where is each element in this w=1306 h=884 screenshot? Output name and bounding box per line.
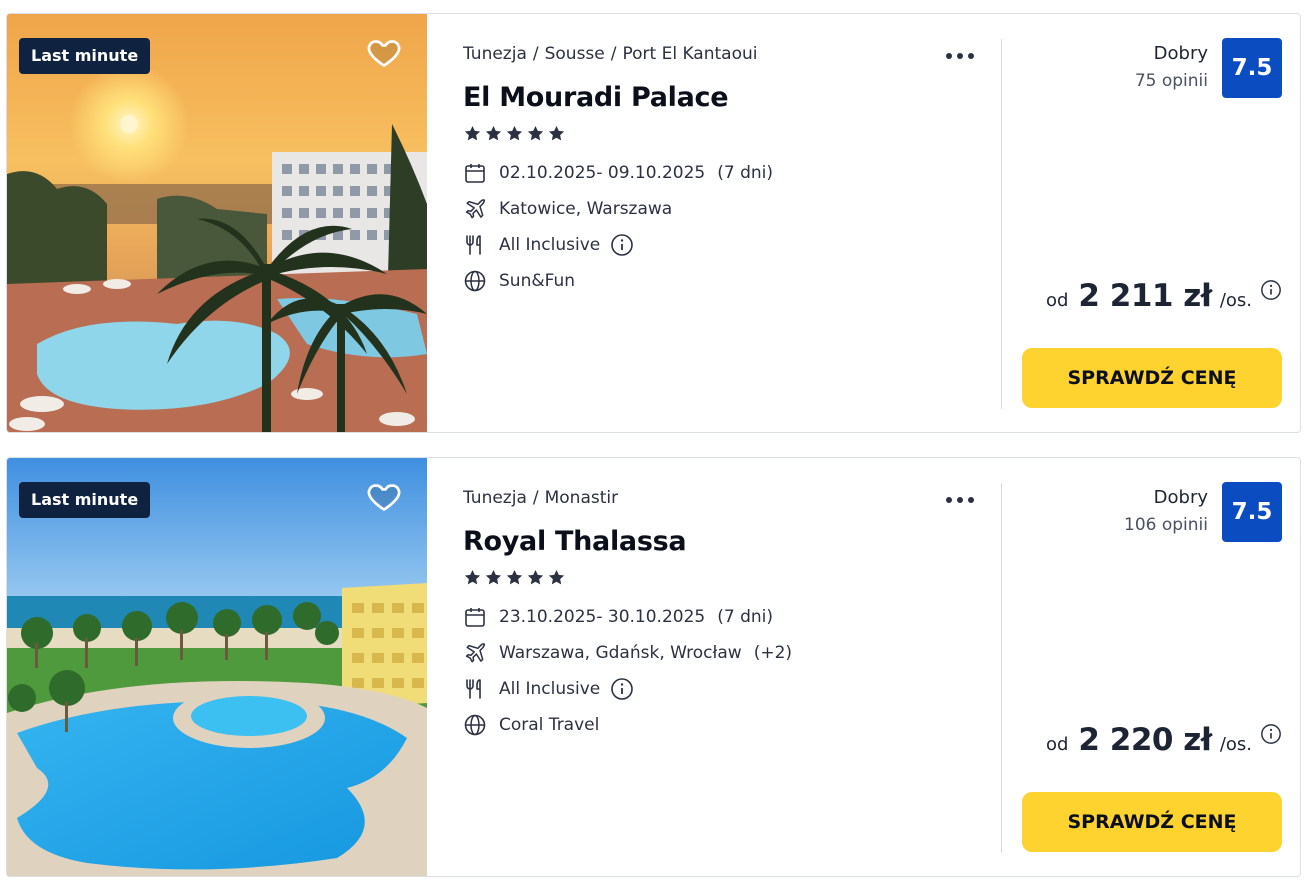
board-type: All Inclusive <box>499 235 601 255</box>
operator-row: Coral Travel <box>463 712 599 738</box>
hotel-name[interactable]: Royal Thalassa <box>463 526 687 557</box>
rating-count[interactable]: 75 opinii <box>1135 71 1208 91</box>
rating-count[interactable]: 106 opinii <box>1124 515 1208 535</box>
dates-row: 02.10.2025- 09.10.2025 (7 dni) <box>463 160 773 186</box>
rating-score: 7.5 <box>1222 38 1282 98</box>
breadcrumb-item[interactable]: Tunezja <box>463 488 527 508</box>
breadcrumb-item[interactable]: Port El Kantaoui <box>622 44 757 64</box>
tour-operator: Coral Travel <box>499 715 600 735</box>
airports-row: Katowice, Warszawa <box>463 196 672 222</box>
offer-duration: (7 dni) <box>717 607 773 627</box>
info-icon[interactable] <box>1260 279 1282 301</box>
price-row: od 2 211 zł /os. <box>1046 278 1282 314</box>
hotel-stars <box>463 124 566 144</box>
breadcrumb-item[interactable]: Tunezja <box>463 44 527 64</box>
calendar-icon <box>465 608 485 627</box>
hotel-photo[interactable]: Last minute <box>7 458 427 876</box>
price-value: 2 211 zł <box>1078 278 1212 314</box>
breadcrumb-item[interactable]: Sousse <box>545 44 605 64</box>
price-from-label: od <box>1045 290 1069 311</box>
dates-row: 23.10.2025- 30.10.2025 (7 dni) <box>463 604 773 630</box>
hotel-name[interactable]: El Mouradi Palace <box>463 82 729 113</box>
price-value: 2 220 zł <box>1078 722 1212 758</box>
globe-icon <box>464 714 486 736</box>
info-icon[interactable] <box>1260 723 1282 745</box>
divider <box>1001 483 1002 853</box>
heart-icon[interactable] <box>365 34 403 70</box>
offer-dates: 23.10.2025- 30.10.2025 <box>499 607 706 627</box>
star-icon <box>485 569 502 585</box>
rating-label: Dobry <box>1153 487 1208 508</box>
rating-score: 7.5 <box>1222 482 1282 542</box>
departure-airports: Katowice, Warszawa <box>499 199 673 219</box>
check-price-button[interactable]: SPRAWDŹ CENĘ <box>1022 792 1282 852</box>
last-minute-badge: Last minute <box>19 482 151 518</box>
airports-row: Warszawa, Gdańsk, Wrocław (+2) <box>463 640 792 666</box>
hotel-stars <box>463 568 566 588</box>
breadcrumb: Tunezja / Monastir <box>463 488 618 508</box>
offer-duration: (7 dni) <box>717 163 773 183</box>
heart-icon[interactable] <box>365 478 403 514</box>
last-minute-badge: Last minute <box>19 38 151 74</box>
calendar-icon <box>465 164 485 183</box>
board-row: All Inclusive <box>463 676 634 702</box>
star-icon <box>548 125 565 141</box>
star-icon <box>485 125 502 141</box>
tour-operator: Sun&Fun <box>499 271 575 291</box>
plane-icon <box>465 643 486 663</box>
board-row: All Inclusive <box>463 232 634 258</box>
price-unit: /os. <box>1219 290 1252 311</box>
rating-label: Dobry <box>1153 43 1208 64</box>
breadcrumb-separator: / <box>532 488 539 508</box>
cutlery-icon <box>466 235 481 255</box>
divider <box>1001 39 1002 409</box>
cutlery-icon <box>466 679 481 699</box>
star-icon <box>506 569 523 585</box>
hotel-photo[interactable]: Last minute <box>7 14 427 432</box>
price-from-label: od <box>1045 734 1069 755</box>
breadcrumb-separator: / <box>532 44 539 64</box>
price-unit: /os. <box>1219 734 1252 755</box>
star-icon <box>506 125 523 141</box>
offer-dates: 02.10.2025- 09.10.2025 <box>499 163 706 183</box>
offer-details: Tunezja / Sousse / Port El Kantaoui El Moura… <box>463 14 983 432</box>
star-icon <box>464 125 481 141</box>
offer-card[interactable]: Last minute Tunezja / Monastir Royal Thala… <box>6 457 1301 877</box>
star-icon <box>527 125 544 141</box>
more-airports-link[interactable]: (+2) <box>754 643 792 663</box>
breadcrumb-separator: / <box>610 44 617 64</box>
star-icon <box>464 569 481 585</box>
offer-card[interactable]: Last minute Tunezja / Sousse / Port El Kanta… <box>6 13 1301 433</box>
info-icon[interactable] <box>610 233 634 257</box>
plane-icon <box>465 199 486 219</box>
star-icon <box>527 569 544 585</box>
more-dots-icon[interactable] <box>945 44 975 68</box>
board-type: All Inclusive <box>499 679 601 699</box>
check-price-button[interactable]: SPRAWDŹ CENĘ <box>1022 348 1282 408</box>
more-dots-icon[interactable] <box>945 488 975 512</box>
departure-airports: Warszawa, Gdańsk, Wrocław <box>499 643 742 663</box>
operator-row: Sun&Fun <box>463 268 575 294</box>
globe-icon <box>464 270 486 292</box>
breadcrumb-item[interactable]: Monastir <box>545 488 619 508</box>
star-icon <box>548 569 565 585</box>
info-icon[interactable] <box>610 677 634 701</box>
offer-details: Tunezja / Monastir Royal Thalassa 23.10.20… <box>463 458 983 876</box>
breadcrumb: Tunezja / Sousse / Port El Kantaoui <box>463 44 757 64</box>
price-row: od 2 220 zł /os. <box>1046 722 1282 758</box>
